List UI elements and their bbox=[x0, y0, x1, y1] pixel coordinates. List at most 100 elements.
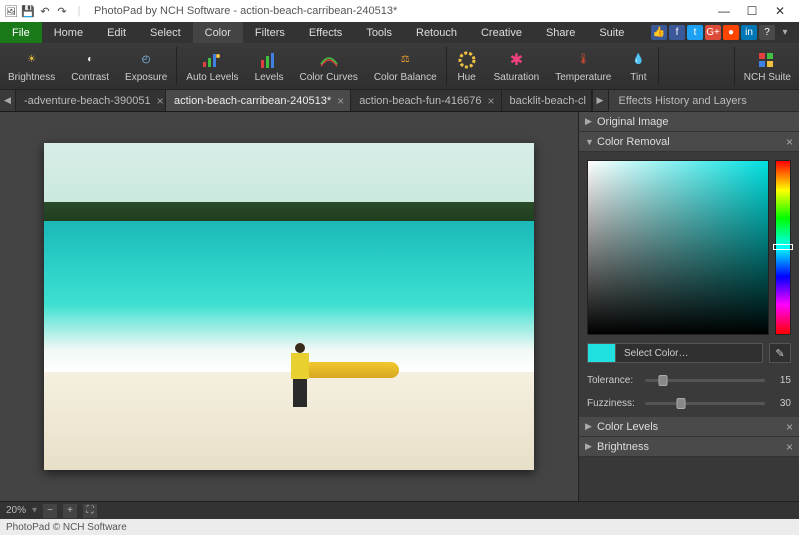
help-icon[interactable]: ? bbox=[759, 25, 775, 40]
tab-scroll-right[interactable]: ▶ bbox=[592, 90, 608, 111]
maximize-button[interactable]: ☐ bbox=[745, 4, 759, 18]
tool-label: Auto Levels bbox=[186, 72, 238, 83]
tool-tint[interactable]: 💧Tint bbox=[619, 43, 657, 89]
section-color-levels[interactable]: ▶ Color Levels × bbox=[579, 417, 799, 437]
zoom-out-button[interactable]: − bbox=[43, 504, 57, 518]
tool-hue[interactable]: Hue bbox=[448, 43, 486, 89]
main-area: ▶ Original Image ▼ Color Removal × Selec… bbox=[0, 112, 799, 501]
tab-close-icon[interactable]: × bbox=[337, 94, 344, 108]
select-color-label: Select Color… bbox=[616, 348, 688, 359]
undo-icon[interactable]: ↶ bbox=[38, 4, 52, 18]
menu-share[interactable]: Share bbox=[534, 22, 587, 43]
tolerance-slider[interactable] bbox=[645, 379, 765, 382]
tool-label: Exposure bbox=[125, 72, 167, 83]
menu-suite[interactable]: Suite bbox=[587, 22, 636, 43]
tool-label: Color Balance bbox=[374, 72, 437, 83]
reddit-icon[interactable]: ● bbox=[723, 25, 739, 40]
section-label: Original Image bbox=[597, 116, 793, 128]
hue-slider[interactable] bbox=[775, 160, 791, 335]
googleplus-icon[interactable]: G+ bbox=[705, 25, 721, 40]
qat-divider: | bbox=[72, 4, 86, 18]
menu-tools[interactable]: Tools bbox=[354, 22, 404, 43]
zoom-level: 20% bbox=[6, 505, 26, 516]
menu-effects[interactable]: Effects bbox=[297, 22, 354, 43]
section-close-icon[interactable]: × bbox=[786, 440, 793, 454]
section-label: Color Removal bbox=[597, 136, 786, 148]
tab-label: -adventure-beach-390051 bbox=[24, 95, 151, 107]
tool-autolevels[interactable]: Auto Levels bbox=[178, 43, 246, 89]
close-button[interactable]: ✕ bbox=[773, 4, 787, 18]
menu-retouch[interactable]: Retouch bbox=[404, 22, 469, 43]
linkedin-icon[interactable]: in bbox=[741, 25, 757, 40]
tolerance-value: 15 bbox=[771, 375, 791, 386]
tool-exposure[interactable]: ◴Exposure bbox=[117, 43, 175, 89]
save-icon[interactable]: 💾 bbox=[21, 4, 35, 18]
document-tab[interactable]: backlit-beach-cl bbox=[502, 90, 592, 111]
menu-select[interactable]: Select bbox=[138, 22, 193, 43]
chevron-right-icon: ▶ bbox=[585, 116, 597, 127]
menu-color[interactable]: Color bbox=[193, 22, 243, 43]
title-bar: 🖼 💾 ↶ ↷ | PhotoPad by NCH Software - act… bbox=[0, 0, 799, 22]
chevron-right-icon: ▶ bbox=[585, 441, 597, 452]
hue-marker[interactable] bbox=[773, 244, 793, 250]
document-tabs: ◀ -adventure-beach-390051 × action-beach-… bbox=[0, 90, 608, 112]
ribbon-toolbar: ☀ Brightness ◐Contrast ◴Exposure Auto Lev… bbox=[0, 43, 799, 90]
canvas-area[interactable] bbox=[0, 112, 578, 501]
tool-nchsuite[interactable]: NCH Suite bbox=[736, 43, 799, 89]
tool-levels[interactable]: Levels bbox=[247, 43, 292, 89]
tool-label: Levels bbox=[255, 72, 284, 83]
color-swatch bbox=[588, 344, 616, 362]
section-close-icon[interactable]: × bbox=[786, 420, 793, 434]
tool-label: Temperature bbox=[555, 72, 611, 83]
like-icon[interactable]: 👍 bbox=[651, 25, 667, 40]
tool-label: Brightness bbox=[8, 72, 55, 83]
color-field[interactable] bbox=[587, 160, 769, 335]
select-color-button[interactable]: Select Color… bbox=[587, 343, 763, 363]
redo-icon[interactable]: ↷ bbox=[55, 4, 69, 18]
tool-contrast[interactable]: ◐Contrast bbox=[63, 43, 117, 89]
tab-scroll-left[interactable]: ◀ bbox=[0, 90, 16, 111]
menu-home[interactable]: Home bbox=[42, 22, 95, 43]
twitter-icon[interactable]: t bbox=[687, 25, 703, 40]
tab-close-icon[interactable]: × bbox=[488, 94, 495, 108]
menu-chevron-icon[interactable]: ▾ bbox=[777, 25, 793, 40]
section-brightness[interactable]: ▶ Brightness × bbox=[579, 437, 799, 457]
fuzziness-slider[interactable] bbox=[645, 402, 765, 405]
slider-thumb[interactable] bbox=[659, 375, 668, 386]
facebook-icon[interactable]: f bbox=[669, 25, 685, 40]
document-tab[interactable]: -adventure-beach-390051 × bbox=[16, 90, 166, 111]
document-tab[interactable]: action-beach-fun-416676× bbox=[351, 90, 501, 111]
slider-thumb[interactable] bbox=[677, 398, 686, 409]
temperature-icon: 🌡 bbox=[572, 50, 594, 70]
tool-temperature[interactable]: 🌡 Temperature bbox=[547, 43, 619, 89]
image-canvas[interactable] bbox=[44, 143, 534, 470]
menu-filters[interactable]: Filters bbox=[243, 22, 297, 43]
tool-brightness[interactable]: ☀ Brightness bbox=[0, 43, 63, 89]
color-removal-body: Select Color… ✎ Tolerance: 15 Fuzziness:… bbox=[579, 152, 799, 417]
document-tab[interactable]: action-beach-carribean-240513*× bbox=[166, 90, 351, 111]
tool-colorcurves[interactable]: Color Curves bbox=[291, 43, 365, 89]
section-color-removal[interactable]: ▼ Color Removal × bbox=[579, 132, 799, 152]
levels-icon bbox=[258, 50, 280, 70]
zoom-in-button[interactable]: + bbox=[63, 504, 77, 518]
eyedropper-button[interactable]: ✎ bbox=[769, 343, 791, 363]
zoom-fit-button[interactable]: ⛶ bbox=[83, 504, 97, 518]
minimize-button[interactable]: — bbox=[717, 4, 731, 18]
tool-saturation[interactable]: ✱Saturation bbox=[486, 43, 548, 89]
menu-file[interactable]: File bbox=[0, 22, 42, 43]
social-icons: 👍 f t G+ ● in ? ▾ bbox=[651, 22, 799, 43]
tab-label: backlit-beach-cl bbox=[510, 95, 586, 107]
tool-colorbalance[interactable]: ⚖Color Balance bbox=[366, 43, 445, 89]
section-close-icon[interactable]: × bbox=[786, 135, 793, 149]
menu-creative[interactable]: Creative bbox=[469, 22, 534, 43]
brightness-icon: ☀ bbox=[21, 50, 43, 70]
tool-label: Tint bbox=[630, 72, 646, 83]
quick-access-toolbar: 🖼 💾 ↶ ↷ | bbox=[4, 4, 86, 18]
menu-edit[interactable]: Edit bbox=[95, 22, 138, 43]
hue-icon bbox=[456, 50, 478, 70]
fuzziness-value: 30 bbox=[771, 398, 791, 409]
sidepanel-header: Effects History and Layers bbox=[609, 90, 799, 112]
tab-close-icon[interactable]: × bbox=[157, 94, 164, 108]
section-original-image[interactable]: ▶ Original Image bbox=[579, 112, 799, 132]
tool-label: Saturation bbox=[494, 72, 540, 83]
